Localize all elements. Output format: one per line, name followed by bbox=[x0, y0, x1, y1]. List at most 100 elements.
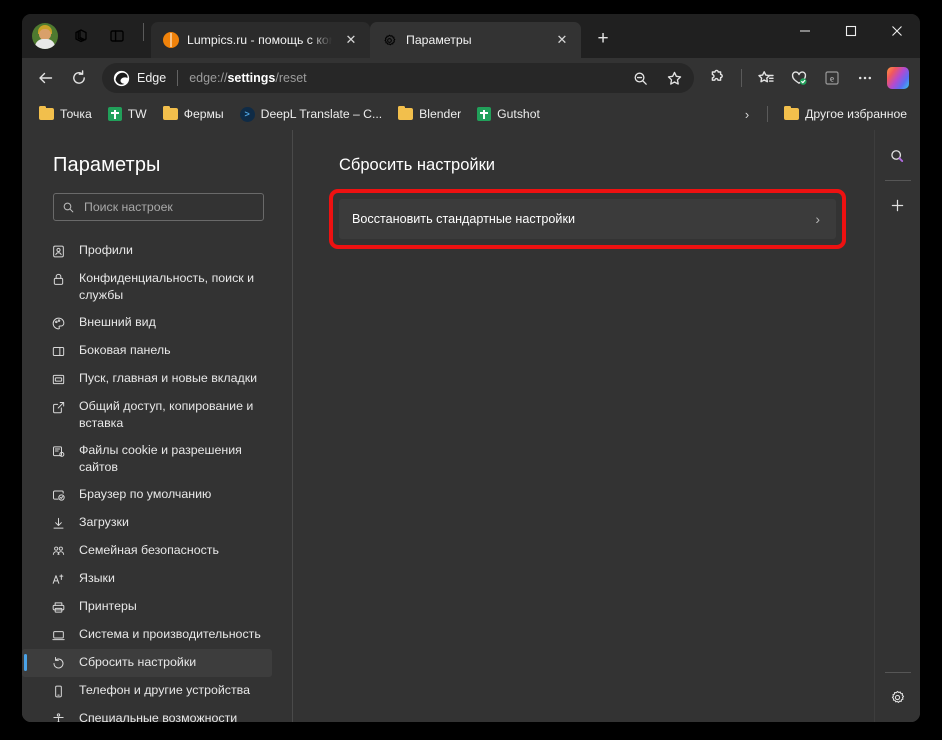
tab-close-button[interactable]: ✕ bbox=[340, 29, 362, 51]
tab-lumpics[interactable]: Lumpics.ru - помощь с компьюте ✕ bbox=[151, 22, 370, 58]
omnibox-divider bbox=[177, 70, 179, 86]
profile-icon bbox=[50, 243, 67, 260]
page-body: Параметры Поиск настроек Профили Конфиде… bbox=[22, 130, 920, 722]
sidebar-item-downloads[interactable]: Загрузки bbox=[22, 509, 292, 537]
default-browser-icon bbox=[50, 487, 67, 504]
toolbar-divider bbox=[741, 69, 742, 87]
star-icon[interactable] bbox=[658, 62, 690, 94]
gear-icon[interactable] bbox=[883, 682, 913, 712]
settings-sidebar: Параметры Поиск настроек Профили Конфиде… bbox=[22, 130, 293, 722]
sidebar-item-label: Браузер по умолчанию bbox=[79, 487, 212, 501]
sidebar-item-share[interactable]: Общий доступ, копирование и вставка bbox=[22, 393, 292, 437]
title-bar: Lumpics.ru - помощь с компьюте ✕ Парамет… bbox=[22, 14, 920, 58]
sidebar-item-label: Телефон и другие устройства bbox=[79, 683, 250, 697]
settings-search-wrap: Поиск настроек bbox=[22, 193, 292, 221]
svg-text:e: e bbox=[830, 73, 834, 83]
tab-close-button[interactable]: ✕ bbox=[551, 29, 573, 51]
restore-defaults-row[interactable]: Восстановить стандартные настройки › bbox=[339, 199, 836, 239]
toolbar-actions: e bbox=[701, 62, 914, 94]
profile-avatar-button[interactable] bbox=[28, 19, 62, 53]
settings-nav-list: Профили Конфиденциальность, поиск и служ… bbox=[22, 237, 292, 722]
sidebar-item-reset-settings[interactable]: Сбросить настройки bbox=[22, 649, 272, 677]
accessibility-icon bbox=[50, 711, 67, 722]
minimize-button[interactable] bbox=[782, 14, 828, 48]
sidebar-item-label: Боковая панель bbox=[79, 343, 171, 357]
split-screen-icon[interactable] bbox=[100, 19, 134, 53]
sidebar-item-sidebar[interactable]: Боковая панель bbox=[22, 337, 292, 365]
deepl-icon: > bbox=[239, 106, 255, 122]
zoom-out-icon[interactable] bbox=[624, 62, 656, 94]
sidebar-item-family-safety[interactable]: Семейная безопасность bbox=[22, 537, 292, 565]
desktop-background: Lumpics.ru - помощь с компьюте ✕ Парамет… bbox=[0, 0, 942, 740]
sidebar-item-phone-devices[interactable]: Телефон и другие устройства bbox=[22, 677, 292, 705]
copilot-icon[interactable] bbox=[882, 62, 914, 94]
sidebar-item-label: Профили bbox=[79, 243, 133, 257]
search-input[interactable]: Поиск настроек bbox=[53, 193, 264, 221]
browser-essentials-icon[interactable] bbox=[783, 62, 815, 94]
sidebar-item-label: Общий доступ, копирование и вставка bbox=[79, 399, 254, 430]
gear-icon bbox=[381, 32, 398, 49]
edge-right-sidebar bbox=[874, 130, 920, 722]
workspaces-icon[interactable] bbox=[64, 19, 98, 53]
sidebar-item-printers[interactable]: Принтеры bbox=[22, 593, 292, 621]
bookmarks-divider bbox=[767, 106, 769, 122]
search-icon[interactable] bbox=[883, 141, 913, 171]
puzzle-icon[interactable] bbox=[701, 62, 733, 94]
bookmark-label: Точка bbox=[60, 107, 92, 121]
sidebar-divider bbox=[884, 180, 911, 181]
language-icon bbox=[50, 571, 67, 588]
bookmark-tochka[interactable]: Точка bbox=[32, 103, 99, 125]
search-placeholder: Поиск настроек bbox=[84, 200, 173, 214]
browser-window: Lumpics.ru - помощь с компьюте ✕ Парамет… bbox=[22, 14, 920, 722]
sidebar-item-profiles[interactable]: Профили bbox=[22, 237, 292, 265]
sidebar-item-label: Семейная безопасность bbox=[79, 543, 219, 557]
sidebar-item-languages[interactable]: Языки bbox=[22, 565, 292, 593]
navigation-toolbar: Edge edge://settings/reset e bbox=[22, 58, 920, 98]
sidebar-item-label: Внешний вид bbox=[79, 315, 156, 329]
plus-icon[interactable] bbox=[883, 190, 913, 220]
maximize-button[interactable] bbox=[828, 14, 874, 48]
restore-defaults-label: Восстановить стандартные настройки bbox=[352, 212, 575, 226]
more-options-icon[interactable] bbox=[849, 62, 881, 94]
phone-icon bbox=[50, 683, 67, 700]
bookmark-deepl[interactable]: > DeepL Translate – C... bbox=[233, 103, 390, 126]
sidebar-item-label: Загрузки bbox=[79, 515, 129, 529]
sidebar-item-cookies[interactable]: Файлы cookie и разрешения сайтов bbox=[22, 437, 292, 481]
sidebar-item-system[interactable]: Система и производительность bbox=[22, 621, 292, 649]
chevron-right-icon[interactable]: › bbox=[736, 103, 758, 125]
tab-parametry[interactable]: Параметры ✕ bbox=[370, 22, 581, 58]
bookmark-other-favorites[interactable]: Другое избранное bbox=[777, 103, 914, 125]
titlebar-left-controls bbox=[22, 14, 151, 58]
bookmark-gutshot[interactable]: Gutshot bbox=[470, 103, 547, 125]
bookmark-fermy[interactable]: Фермы bbox=[156, 103, 231, 125]
sidebar-item-startpage[interactable]: Пуск, главная и новые вкладки bbox=[22, 365, 292, 393]
folder-icon bbox=[39, 105, 54, 120]
sidebar-item-label: Конфиденциальность, поиск и службы bbox=[79, 271, 255, 302]
sidebar-item-label: Файлы cookie и разрешения сайтов bbox=[79, 443, 242, 474]
lock-icon bbox=[50, 271, 67, 288]
bookmark-blender[interactable]: Blender bbox=[391, 103, 468, 125]
family-icon bbox=[50, 543, 67, 560]
tab-title: Lumpics.ru - помощь с компьюте bbox=[187, 33, 332, 47]
collections-icon[interactable] bbox=[750, 62, 782, 94]
sidebar-item-default-browser[interactable]: Браузер по умолчанию bbox=[22, 481, 292, 509]
sheets-icon bbox=[107, 107, 122, 121]
palette-icon bbox=[50, 315, 67, 332]
sidebar-item-label: Пуск, главная и новые вкладки bbox=[79, 371, 258, 385]
back-arrow-icon[interactable] bbox=[30, 62, 62, 94]
search-icon bbox=[62, 201, 75, 214]
bookmark-tw[interactable]: TW bbox=[101, 103, 154, 125]
omnibox-url: edge://settings/reset bbox=[189, 71, 306, 85]
sidebar-item-appearance[interactable]: Внешний вид bbox=[22, 309, 292, 337]
internet-explorer-icon[interactable]: e bbox=[816, 62, 848, 94]
new-tab-button[interactable]: + bbox=[587, 23, 619, 55]
sidebar-item-accessibility[interactable]: Специальные возможности bbox=[22, 705, 292, 722]
sidebar-item-label: Система и производительность bbox=[79, 627, 261, 641]
refresh-icon[interactable] bbox=[63, 62, 95, 94]
close-button[interactable] bbox=[874, 14, 920, 48]
sidebar-item-privacy[interactable]: Конфиденциальность, поиск и службы bbox=[22, 265, 292, 309]
address-bar[interactable]: Edge edge://settings/reset bbox=[102, 63, 694, 93]
url-prefix: edge:// bbox=[189, 71, 228, 85]
settings-content: Сбросить настройки Восстановить стандарт… bbox=[293, 130, 874, 722]
start-page-icon bbox=[50, 371, 67, 388]
